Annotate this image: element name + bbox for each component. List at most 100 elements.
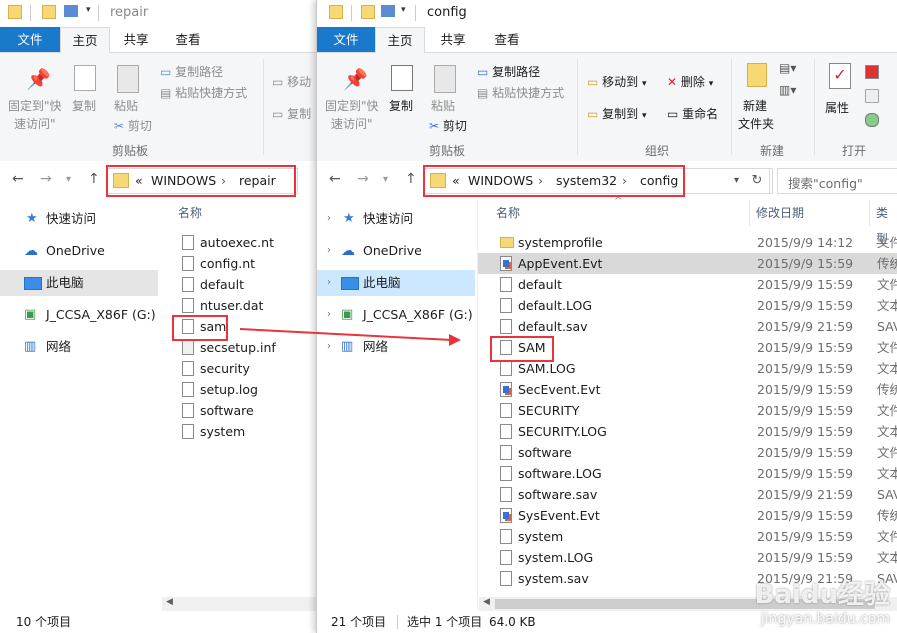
file-row[interactable]: software 2015/9/9 15:59 文件 — [478, 442, 897, 463]
file-row[interactable]: AppEvent.Evt 2015/9/9 15:59 传统 — [478, 253, 897, 274]
file-row[interactable]: config.nt — [160, 253, 316, 274]
new-folder-button-2[interactable]: 文件夹 — [738, 115, 774, 132]
back-icon[interactable]: ← — [329, 171, 341, 187]
refresh-icon[interactable]: ↻ — [745, 168, 770, 194]
quick-access-dropdown-icon[interactable]: ▾ — [86, 5, 91, 21]
nav-item-drive-g[interactable]: ▣ J_CCSA_X86F (G:) — [0, 302, 158, 328]
paste-button[interactable]: 粘贴 — [431, 97, 455, 114]
file-name: SysEvent.Evt — [518, 508, 600, 523]
rename-button[interactable]: ▭ 重命名 — [667, 105, 718, 122]
tab-file[interactable]: 文件 — [0, 27, 60, 52]
cut-button[interactable]: ✂ 剪切 — [429, 117, 467, 134]
recent-dropdown-icon[interactable]: ▾ — [383, 174, 388, 185]
pin-quick-access-label-2[interactable]: 速访问" — [331, 115, 373, 132]
address-dropdown-icon[interactable]: ▾ — [734, 175, 739, 186]
nav-item-onedrive[interactable]: › ☁ OneDrive — [317, 238, 475, 264]
open-icon[interactable] — [865, 65, 879, 79]
copy-to-button[interactable]: ▭ 复制到 ▾ — [587, 105, 647, 122]
tab-file[interactable]: 文件 — [317, 27, 375, 52]
column-header-date[interactable]: 修改日期 — [756, 200, 804, 226]
properties-quick-icon[interactable] — [381, 5, 395, 17]
properties-quick-icon[interactable] — [64, 5, 78, 17]
file-row[interactable]: SysEvent.Evt 2015/9/9 15:59 传统 — [478, 505, 897, 526]
history-icon[interactable] — [865, 113, 879, 127]
tab-share[interactable]: 共享 — [112, 27, 160, 52]
file-row[interactable]: default.sav 2015/9/9 21:59 SAV — [478, 316, 897, 337]
file-row[interactable]: system — [160, 421, 316, 442]
nav-item-network[interactable]: › ▥ 网络 — [317, 334, 475, 360]
up-icon[interactable]: ↑ — [88, 171, 100, 187]
paste-shortcut-button[interactable]: ▤ 粘贴快捷方式 — [160, 84, 247, 101]
copy-path-button[interactable]: ▭ 复制路径 — [477, 63, 540, 80]
tab-home[interactable]: 主页 — [60, 27, 110, 54]
file-row[interactable]: autoexec.nt — [160, 232, 316, 253]
nav-item-network[interactable]: ▥ 网络 — [0, 334, 158, 360]
expand-icon[interactable]: › — [327, 302, 331, 328]
file-row[interactable]: security — [160, 358, 316, 379]
scroll-left-icon[interactable]: ◀ — [483, 597, 490, 607]
scroll-left-icon[interactable]: ◀ — [166, 597, 173, 607]
delete-button[interactable]: ✕ 删除 ▾ — [667, 73, 713, 90]
column-header-name[interactable]: 名称 — [496, 200, 520, 226]
up-icon[interactable]: ↑ — [405, 171, 417, 187]
search-input[interactable]: 搜索"config" — [777, 168, 897, 194]
horizontal-scrollbar[interactable]: ◀ — [162, 597, 316, 611]
new-item-icon[interactable]: ▤▾ — [779, 61, 796, 75]
copy-button[interactable]: 复制 — [72, 97, 96, 114]
file-row[interactable]: system.LOG 2015/9/9 15:59 文本 — [478, 547, 897, 568]
expand-icon[interactable]: › — [327, 270, 331, 296]
copy-path-button[interactable]: ▭ 复制路径 — [160, 63, 223, 80]
nav-item-this-pc[interactable]: 此电脑 — [0, 270, 158, 296]
nav-item-drive-g[interactable]: › ▣ J_CCSA_X86F (G:) — [317, 302, 475, 328]
file-row[interactable]: SecEvent.Evt 2015/9/9 15:59 传统 — [478, 379, 897, 400]
expand-icon[interactable]: › — [327, 334, 331, 360]
tab-view[interactable]: 查看 — [483, 27, 531, 52]
expand-icon[interactable]: › — [327, 238, 331, 264]
file-row[interactable]: default — [160, 274, 316, 295]
expand-icon[interactable]: › — [327, 206, 331, 232]
tab-share[interactable]: 共享 — [429, 27, 477, 52]
column-header-type[interactable]: 类型 — [876, 200, 897, 246]
edit-icon[interactable] — [865, 89, 879, 103]
forward-icon[interactable]: → — [40, 171, 52, 187]
file-row[interactable]: default.LOG 2015/9/9 15:59 文本 — [478, 295, 897, 316]
file-row[interactable]: default 2015/9/9 15:59 文件 — [478, 274, 897, 295]
quick-access-dropdown-icon[interactable]: ▾ — [401, 5, 406, 21]
file-row[interactable]: ntuser.dat — [160, 295, 316, 316]
file-row[interactable]: software — [160, 400, 316, 421]
new-folder-button-1[interactable]: 新建 — [743, 97, 767, 114]
recent-dropdown-icon[interactable]: ▾ — [66, 174, 71, 185]
paste-button[interactable]: 粘贴 — [114, 97, 138, 114]
nav-item-this-pc[interactable]: › 此电脑 — [317, 270, 475, 296]
easy-access-icon[interactable]: ▥▾ — [779, 83, 796, 97]
new-folder-quick-icon[interactable] — [42, 5, 56, 19]
nav-item-quick-access[interactable]: ★ 快速访问 — [0, 206, 158, 232]
file-row[interactable]: SECURITY 2015/9/9 15:59 文件 — [478, 400, 897, 421]
tab-home[interactable]: 主页 — [375, 27, 425, 54]
nav-item-onedrive[interactable]: ☁ OneDrive — [0, 238, 158, 264]
file-row[interactable]: systemprofile 2015/9/9 14:12 文件 — [478, 232, 897, 253]
file-row[interactable]: system 2015/9/9 15:59 文件 — [478, 526, 897, 547]
item-count: 10 个项目 — [16, 615, 72, 629]
column-header-name[interactable]: 名称 — [178, 200, 202, 226]
new-folder-quick-icon[interactable] — [361, 5, 375, 19]
pin-quick-access-label-1[interactable]: 固定到"快 — [8, 97, 62, 114]
copy-button[interactable]: 复制 — [389, 97, 413, 114]
paste-shortcut-button[interactable]: ▤ 粘贴快捷方式 — [477, 84, 564, 101]
pin-quick-access-label-1[interactable]: 固定到"快 — [325, 97, 379, 114]
copy-to-button[interactable]: ▭ 复制 — [272, 105, 311, 122]
file-row[interactable]: SECURITY.LOG 2015/9/9 15:59 文本 — [478, 421, 897, 442]
move-to-button[interactable]: ▭ 移动 — [272, 73, 311, 90]
file-row[interactable]: software.sav 2015/9/9 21:59 SAV — [478, 484, 897, 505]
forward-icon[interactable]: → — [357, 171, 369, 187]
tab-view[interactable]: 查看 — [164, 27, 212, 52]
highlight-box — [490, 336, 554, 362]
nav-item-quick-access[interactable]: › ★ 快速访问 — [317, 206, 475, 232]
pin-quick-access-label-2[interactable]: 速访问" — [14, 115, 56, 132]
cut-button[interactable]: ✂ 剪切 — [114, 117, 152, 134]
back-icon[interactable]: ← — [12, 171, 24, 187]
move-to-button[interactable]: ▭ 移动到 ▾ — [587, 73, 647, 90]
file-row[interactable]: setup.log — [160, 379, 316, 400]
properties-button[interactable]: 属性 — [825, 99, 849, 116]
file-row[interactable]: software.LOG 2015/9/9 15:59 文本 — [478, 463, 897, 484]
